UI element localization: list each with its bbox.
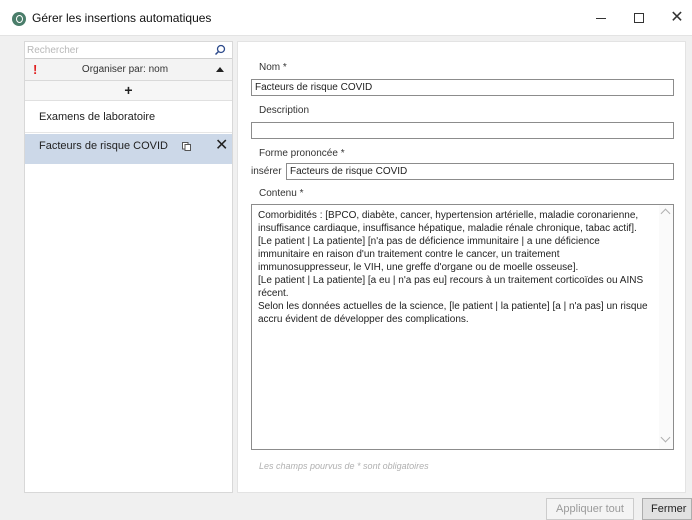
search-box — [25, 42, 232, 59]
required-fields-note: Les champs pourvus de * sont obligatoire… — [259, 461, 429, 471]
insertions-list-panel: ! Organiser par: nom + Examens de labora… — [24, 41, 233, 493]
dialog-window: Gérer les insertions automatiques ✕ ! Or… — [0, 0, 692, 520]
description-field[interactable] — [251, 122, 674, 139]
sort-selector[interactable]: ! Organiser par: nom — [25, 59, 232, 81]
search-icon[interactable] — [214, 44, 226, 56]
search-input[interactable] — [27, 43, 209, 57]
apply-all-button[interactable]: Appliquer tout — [546, 498, 634, 520]
add-insertion-button[interactable]: + — [25, 81, 232, 101]
spoken-form-label: Forme prononcée * — [259, 148, 345, 159]
spoken-form-field[interactable] — [286, 163, 674, 180]
spoken-form-prefix: insérer — [251, 166, 282, 177]
description-label: Description — [259, 105, 310, 116]
delete-icon[interactable]: ✕ — [215, 136, 228, 156]
caret-up-icon[interactable] — [216, 67, 224, 72]
list-item-selected[interactable]: Facteurs de risque COVID ✕ — [25, 134, 232, 164]
scroll-up-icon[interactable] — [660, 208, 671, 219]
sort-label: Organiser par: nom — [81, 64, 169, 75]
content-scrollbar[interactable] — [659, 205, 673, 449]
content-textarea[interactable]: Comorbidités : [BPCO, diabète, cancer, h… — [251, 204, 674, 450]
name-label: Nom * — [259, 62, 287, 73]
maximize-icon — [634, 13, 644, 23]
insertion-editor: Nom * Description Forme prononcée * insé… — [237, 41, 686, 493]
title-bar: Gérer les insertions automatiques ✕ — [0, 0, 692, 36]
list-item-label: Facteurs de risque COVID — [39, 140, 168, 152]
content-label: Contenu * — [259, 188, 304, 199]
duplicate-icon[interactable] — [182, 142, 191, 151]
window-title: Gérer les insertions automatiques — [32, 11, 212, 25]
close-window-button[interactable]: ✕ — [654, 0, 692, 36]
scroll-down-icon[interactable] — [660, 432, 671, 443]
close-button[interactable]: Fermer — [642, 498, 692, 520]
list-item-label: Examens de laboratoire — [39, 111, 156, 123]
content-text[interactable]: Comorbidités : [BPCO, diabète, cancer, h… — [258, 209, 654, 326]
name-field[interactable] — [251, 79, 674, 96]
list-item[interactable]: Examens de laboratoire — [25, 101, 232, 133]
minimize-icon — [596, 17, 606, 19]
app-logo-icon — [12, 12, 26, 26]
close-icon: ✕ — [670, 9, 684, 26]
